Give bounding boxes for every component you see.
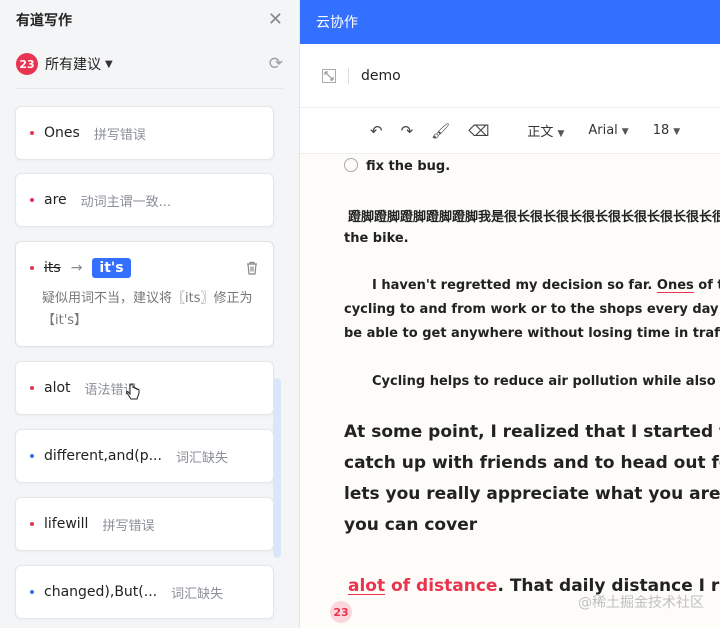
expand-icon[interactable] — [322, 68, 336, 83]
dot-icon — [30, 198, 34, 202]
suggestion-word: changed),But(... — [44, 584, 158, 600]
suggestion-description: 疑似用词不当，建议将〖its〗修正为【it's】 — [42, 291, 253, 328]
arrow-right-icon: → — [70, 260, 83, 276]
document-area: 云协作 demo ↶ ↷ 🖌 ⌫ 正文 ▼ Arial ▼ 18 ▼ fix the … — [300, 0, 720, 628]
suggestion-card[interactable]: different,and(p... 词汇缺失 — [15, 429, 274, 483]
undo-icon[interactable]: ↶ — [370, 122, 383, 140]
error-highlight[interactable]: alot — [348, 576, 385, 596]
style-dropdown[interactable]: 正文 ▼ — [527, 121, 564, 140]
suggestion-word: are — [44, 192, 67, 208]
filter-dropdown[interactable]: 所有建议 — [45, 54, 101, 74]
text-run: cycling to and from work or to the shops… — [344, 302, 720, 317]
floating-count-badge[interactable]: 23 — [330, 601, 352, 623]
close-icon[interactable]: ✕ — [268, 11, 283, 29]
filter-bar: 23 所有建议 ▼ ⟳ — [0, 40, 299, 88]
chevron-down-icon: ▼ — [621, 127, 629, 137]
watermark: @稀土掘金技术社区 — [578, 595, 704, 611]
original-word: its — [44, 260, 61, 276]
suggestion-word: Ones — [44, 125, 80, 141]
paragraph-line: lets you really appreciate what you are … — [344, 484, 720, 504]
chevron-down-icon: ▼ — [557, 129, 565, 139]
refresh-icon[interactable]: ⟳ — [269, 54, 283, 74]
app-header: 云协作 — [300, 0, 720, 44]
paragraph-line: be able to get anywhere without losing t… — [344, 326, 720, 341]
separator — [348, 67, 349, 84]
suggestion-card[interactable]: are 动词主谓一致... — [15, 173, 274, 227]
trash-icon[interactable] — [245, 261, 259, 275]
error-highlight-text[interactable]: of distance — [385, 576, 497, 596]
panel-title: 有道写作 — [16, 13, 72, 29]
dot-icon — [30, 590, 34, 594]
paragraph-line: I haven't regretted my decision so far. … — [372, 278, 720, 293]
suggestion-category: 动词主谓一致... — [80, 194, 172, 210]
panel-header: 有道写作 ✕ — [0, 0, 299, 40]
paragraph-line: cycling to and from work or to the shops… — [344, 302, 720, 317]
suggestion-card[interactable]: lifewill 拼写错误 — [15, 497, 274, 551]
suggestion-word: alot — [44, 380, 71, 396]
redo-icon[interactable]: ↷ — [401, 122, 414, 140]
suggestion-count-badge: 23 — [16, 53, 38, 75]
document-content[interactable]: fix the bug. 蹬脚蹬脚蹬脚蹬脚蹬脚我是很长很长很长很长很长很长很长很… — [300, 154, 720, 628]
todo-item[interactable]: fix the bug. — [344, 158, 450, 174]
paragraph-line: the bike. — [344, 231, 409, 246]
paragraph-line: catch up with friends and to head out fo… — [344, 453, 720, 473]
checkbox-icon[interactable] — [344, 158, 358, 172]
doc-title[interactable]: demo — [361, 68, 401, 84]
text-run: of the best things about — [698, 278, 720, 293]
suggestion-category: 词汇缺失 — [175, 450, 228, 466]
eraser-icon[interactable]: ⌫ — [468, 122, 489, 140]
suggestion-card[interactable]: alot 语法错误 — [15, 361, 274, 415]
font-label: Arial — [588, 123, 618, 138]
suggestion-card[interactable]: Ones 拼写错误 — [15, 106, 274, 160]
hand-cursor-icon — [126, 383, 140, 400]
paragraph-line: At some point, I realized that I started… — [344, 422, 720, 442]
format-painter-icon[interactable]: 🖌 — [431, 122, 450, 140]
format-toolbar: ↶ ↷ 🖌 ⌫ 正文 ▼ Arial ▼ 18 ▼ — [300, 108, 720, 154]
chevron-down-icon[interactable]: ▼ — [105, 59, 113, 70]
suggestion-word: different,and(p... — [44, 448, 162, 464]
suggestion-panel: 有道写作 ✕ 23 所有建议 ▼ ⟳ Ones 拼写错误 are 动词主谓一致.… — [0, 0, 300, 628]
suggestion-category: 词汇缺失 — [171, 586, 224, 602]
paragraph-line: 蹬脚蹬脚蹬脚蹬脚蹬脚我是很长很长很长很长很长很长很长很长很长 — [348, 210, 720, 225]
dot-icon — [30, 522, 34, 526]
dot-icon — [30, 386, 34, 390]
dot-icon — [30, 454, 34, 458]
scrollbar[interactable] — [273, 378, 281, 558]
todo-text: fix the bug. — [366, 159, 451, 174]
size-dropdown[interactable]: 18 ▼ — [653, 123, 680, 138]
font-dropdown[interactable]: Arial ▼ — [588, 123, 628, 138]
dot-icon — [30, 131, 34, 135]
chevron-down-icon: ▼ — [673, 127, 681, 137]
divider — [16, 88, 283, 89]
paragraph-line: Cycling helps to reduce air pollution wh… — [372, 374, 720, 389]
suggestion-card-expanded[interactable]: its → it's 疑似用词不当，建议将〖its〗修正为【it's】 — [15, 241, 274, 347]
suggestion-word: lifewill — [44, 516, 89, 532]
style-label: 正文 — [527, 125, 554, 140]
app-title: 云协作 — [316, 15, 358, 31]
paragraph-line: you can cover — [344, 515, 478, 535]
doc-title-bar: demo — [300, 44, 720, 108]
suggestion-card[interactable]: changed),But(... 词汇缺失 — [15, 565, 274, 619]
size-label: 18 — [652, 123, 670, 138]
error-highlight[interactable]: Ones — [657, 278, 694, 293]
dot-icon — [30, 266, 34, 270]
replacement-button[interactable]: it's — [92, 258, 131, 278]
suggestion-category: 拼写错误 — [93, 127, 146, 143]
text-run: I haven't regretted my decision so far. — [372, 278, 657, 293]
suggestion-category: 拼写错误 — [102, 518, 155, 534]
